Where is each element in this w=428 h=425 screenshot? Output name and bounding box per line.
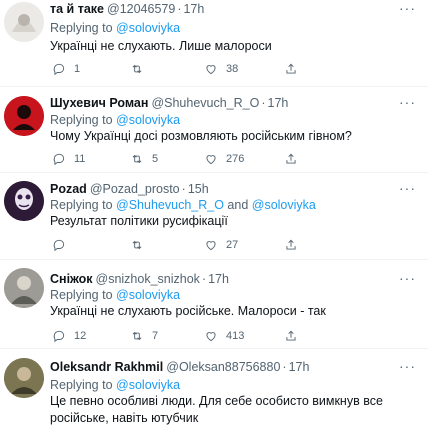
more-options-icon[interactable]: ··· xyxy=(399,270,416,286)
reply-button[interactable]: 11 xyxy=(52,152,85,166)
separator: · xyxy=(181,182,186,196)
replying-to: Replying to @soloviyka xyxy=(50,378,181,392)
timestamp[interactable]: 15h xyxy=(188,182,209,196)
replying-to: Replying to @soloviyka xyxy=(50,113,181,127)
handle[interactable]: @Shuhevuch_R_O xyxy=(151,96,259,110)
tweet[interactable]: Сніжок @snizhok_snizhok · 17h ··· Replying … xyxy=(0,260,428,349)
avatar[interactable] xyxy=(4,181,44,221)
retweet-button[interactable]: 7 xyxy=(130,329,158,343)
more-options-icon[interactable]: ··· xyxy=(399,0,416,16)
avatar[interactable] xyxy=(4,2,44,42)
share-icon xyxy=(286,239,296,250)
separator: · xyxy=(201,272,207,286)
display-name[interactable]: Pozad xyxy=(50,182,87,196)
tweet-text: Результат політики русифікації xyxy=(50,214,228,228)
separator: · xyxy=(261,96,266,110)
like-count: 276 xyxy=(226,153,245,165)
mention-link[interactable]: @soloviyka xyxy=(116,113,180,127)
replying-to: Replying to @soloviyka xyxy=(50,21,181,35)
timestamp[interactable]: 17h xyxy=(289,360,310,374)
separator: · xyxy=(282,360,287,374)
tweet[interactable]: Oleksandr Rakhmil @Oleksan88756880 · 17h ··… xyxy=(0,349,428,425)
reply-icon xyxy=(53,63,65,76)
share-button[interactable] xyxy=(284,238,298,252)
heart-icon xyxy=(206,332,216,342)
like-button[interactable]: 276 xyxy=(204,152,244,166)
like-count: 413 xyxy=(226,330,245,342)
reply-count: 12 xyxy=(74,330,87,342)
share-button[interactable] xyxy=(284,62,298,76)
tweet-text: Українці не слухають російське. Малороси… xyxy=(50,304,326,318)
retweet-icon xyxy=(132,154,142,164)
like-count: 38 xyxy=(226,63,239,75)
mention-link[interactable]: @soloviyka xyxy=(116,378,180,392)
reply-count: 11 xyxy=(74,153,86,165)
avatar[interactable] xyxy=(4,268,44,308)
replying-to: Replying to @Shuhevuch_R_O and @soloviyk… xyxy=(50,198,316,212)
share-button[interactable] xyxy=(284,329,298,343)
like-button[interactable]: 27 xyxy=(204,238,238,252)
share-icon xyxy=(286,153,296,164)
display-name[interactable]: та й таке xyxy=(50,2,104,16)
reply-icon xyxy=(53,239,65,252)
retweet-button[interactable] xyxy=(130,238,152,252)
tweet[interactable]: Шухевич Роман @Shuhevuch_R_O · 17h ··· Repl… xyxy=(0,87,428,173)
like-button[interactable]: 413 xyxy=(204,329,244,343)
mention-link[interactable]: @soloviyka xyxy=(116,288,180,302)
retweet-icon xyxy=(132,331,142,341)
handle[interactable]: @Pozad_prosto xyxy=(90,182,180,196)
replying-to: Replying to @soloviyka xyxy=(50,288,181,302)
tweet-text: Українці не слухають. Лише малороси xyxy=(50,39,272,53)
separator: · xyxy=(177,2,182,16)
handle[interactable]: @12046579 xyxy=(107,2,175,16)
tweet[interactable]: та й таке @12046579 · 17h ··· Replying to @… xyxy=(0,0,428,87)
timestamp[interactable]: 17h xyxy=(208,272,229,286)
retweet-button[interactable]: 5 xyxy=(130,152,158,166)
share-button[interactable] xyxy=(284,152,298,166)
heart-icon xyxy=(206,241,216,251)
reply-icon xyxy=(53,330,65,343)
mention-link[interactable]: @soloviyka xyxy=(252,198,316,212)
reply-icon xyxy=(53,153,65,166)
reply-button[interactable]: 12 xyxy=(52,329,86,343)
display-name[interactable]: Oleksandr Rakhmil xyxy=(50,360,163,374)
heart-icon xyxy=(206,65,216,75)
share-icon xyxy=(286,330,296,341)
more-options-icon[interactable]: ··· xyxy=(399,180,416,196)
share-icon xyxy=(286,63,296,74)
retweet-icon xyxy=(132,64,142,74)
timestamp[interactable]: 17h xyxy=(183,2,204,16)
tweet-text: Це певно особливі люди. Для себе особист… xyxy=(50,394,383,425)
more-options-icon[interactable]: ··· xyxy=(399,94,416,110)
reply-button[interactable]: 1 xyxy=(52,62,80,76)
display-name[interactable]: Сніжок xyxy=(50,272,93,286)
heart-icon xyxy=(206,155,216,165)
mention-link[interactable]: @Shuhevuch_R_O xyxy=(116,198,224,212)
more-options-icon[interactable]: ··· xyxy=(399,358,416,374)
like-count: 27 xyxy=(226,239,239,251)
handle[interactable]: @snizhok_snizhok xyxy=(96,272,200,286)
reply-button[interactable] xyxy=(52,238,74,252)
tweet[interactable]: Pozad @Pozad_prosto · 15h ··· Replying to @… xyxy=(0,173,428,260)
mention-link[interactable]: @soloviyka xyxy=(116,21,180,35)
like-button[interactable]: 38 xyxy=(204,62,238,76)
display-name[interactable]: Шухевич Роман xyxy=(50,96,148,110)
avatar[interactable] xyxy=(4,358,44,398)
handle[interactable]: @Oleksan88756880 xyxy=(166,360,280,374)
retweet-count: 7 xyxy=(152,330,159,342)
tweet-text: Чому Українці досі розмовляють російськи… xyxy=(50,129,352,143)
timestamp[interactable]: 17h xyxy=(268,96,289,110)
reply-count: 1 xyxy=(74,63,81,75)
retweet-count: 5 xyxy=(152,153,159,165)
retweet-button[interactable] xyxy=(130,62,152,76)
retweet-icon xyxy=(132,240,142,250)
avatar[interactable] xyxy=(4,96,44,136)
